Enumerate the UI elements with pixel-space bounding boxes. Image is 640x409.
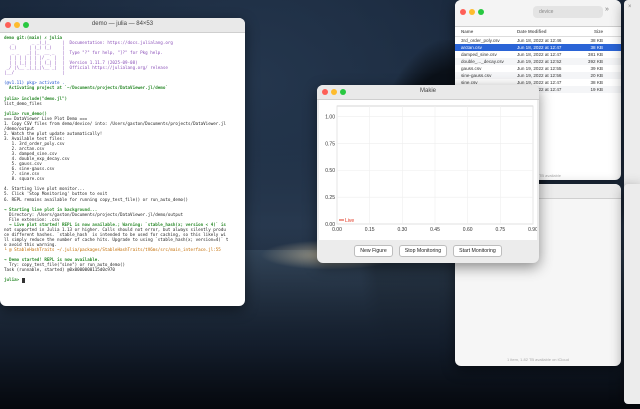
plot-controls: New Figure Stop Monitoring Start Monitor… <box>317 245 539 257</box>
file-name: double_..._decay.csv <box>461 59 504 64</box>
file-row[interactable]: damped_sine.csv Jun 18, 2022 at 12:47 381 … <box>455 51 621 58</box>
file-size: 20 KB <box>590 73 603 78</box>
file-row[interactable]: 3rd_order_poly.csv Jun 18, 2022 at 12:46 3… <box>455 37 621 44</box>
y-tick-label: 0.25 <box>325 195 335 201</box>
file-size: 381 KB <box>587 52 603 57</box>
y-tick-label: 0.50 <box>325 168 335 174</box>
y-tick-label: 1.00 <box>325 115 335 121</box>
file-date: Jun 19, 2022 at 12:55 <box>517 66 562 71</box>
output-line: └ @ StableHashTraits ~/.julia/packages/S… <box>4 246 221 252</box>
file-date: Jun 19, 2022 at 12:56 <box>517 73 562 78</box>
live-plot[interactable]: 0.00 0.15 0.30 0.45 0.60 0.75 0.90 0.00 0.25 0.50… <box>319 100 538 240</box>
file-name: gauss.csv <box>461 66 482 71</box>
terminal-window[interactable]: demo — julia — 84×53 demo git:(main) ✗ j… <box>0 18 245 306</box>
x-tick-label: 0.15 <box>365 227 375 233</box>
stop-monitoring-button[interactable]: Stop Monitoring <box>398 245 448 257</box>
final-prompt[interactable]: julia> <box>4 277 241 283</box>
file-list-header[interactable]: Name Date Modified Size <box>455 27 621 37</box>
close-icon[interactable]: × <box>628 4 632 10</box>
finder-toolbar[interactable]: device » <box>455 0 621 27</box>
background-window-status: 1 item, 1.82 TB available on iCloud <box>507 357 569 362</box>
close-window-button[interactable] <box>460 9 466 15</box>
terminal-title: demo — julia — 84×53 <box>91 21 154 27</box>
file-date: Jun 19, 2022 at 12:52 <box>517 59 562 64</box>
x-tick-label: 0.60 <box>463 227 473 233</box>
file-name: damped_sine.csv <box>461 52 497 57</box>
x-tick-label: 0.90 <box>528 227 537 233</box>
file-size: 38 KB <box>590 45 603 50</box>
search-input[interactable]: device <box>533 6 603 18</box>
plot-titlebar[interactable]: Makie <box>317 85 539 100</box>
x-tick-label: 0.75 <box>495 227 505 233</box>
column-size[interactable]: Size <box>575 29 603 34</box>
file-name: 3rd_order_poly.csv <box>461 38 500 43</box>
start-monitoring-button[interactable]: Start Monitoring <box>453 245 502 257</box>
file-size: 19 KB <box>590 87 603 92</box>
output-line: 1. Copy CSV files from demo/device/ into… <box>4 120 226 126</box>
plot-canvas[interactable]: 0.00 0.15 0.30 0.45 0.60 0.75 0.90 0.00 0.25 0.50… <box>319 100 538 240</box>
terminal-titlebar[interactable]: demo — julia — 84×53 <box>0 18 245 33</box>
file-size: 38 KB <box>590 80 603 85</box>
x-tick-label: 0.00 <box>332 227 342 233</box>
run-output: === DataViewer Live Plot Demo === 1. Copy… <box>4 116 241 272</box>
file-date: Jun 18, 2022 at 12:47 <box>517 52 562 57</box>
plot-window-title: Makie <box>419 88 436 94</box>
x-tick-label: 0.45 <box>430 227 440 233</box>
plot-window[interactable]: Makie 0.00 0.15 0.30 0.45 0.60 0.75 0.90 0.00 0.… <box>317 85 539 263</box>
file-row[interactable]: double_..._decay.csv Jun 19, 2022 at 12:5… <box>455 58 621 65</box>
file-row[interactable]: arctan.csv Jun 18, 2022 at 12:47 38 KB <box>455 44 621 51</box>
file-name: sine-gauss.csv <box>461 73 492 78</box>
file-date: Jun 18, 2022 at 12:46 <box>517 38 562 43</box>
offscreen-window-edge-2[interactable] <box>624 184 640 404</box>
file-size: 39 KB <box>590 66 603 71</box>
x-tick-label: 0.30 <box>397 227 407 233</box>
file-size: 38 KB <box>590 38 603 43</box>
y-tick-label: 0.00 <box>325 222 335 228</box>
terminal-content[interactable]: demo git:(main) ✗ julia _ _ _(_)_ | Docu… <box>0 33 245 285</box>
file-row[interactable]: gauss.csv Jun 19, 2022 at 12:55 39 KB <box>455 65 621 72</box>
file-row[interactable]: sine-gauss.csv Jun 19, 2022 at 12:56 20 KB <box>455 72 621 79</box>
file-size: 392 KB <box>587 59 603 64</box>
file-name: arctan.csv <box>461 45 482 50</box>
text-cursor <box>21 277 25 283</box>
column-name[interactable]: Name <box>461 29 517 34</box>
offscreen-window-edge[interactable]: × <box>624 0 640 215</box>
new-figure-button[interactable]: New Figure <box>354 245 393 257</box>
chevron-right-double-icon[interactable]: » <box>605 6 609 13</box>
legend-label: Live <box>345 218 354 224</box>
minimize-window-button[interactable] <box>469 9 475 15</box>
y-tick-label: 0.75 <box>325 141 335 147</box>
zoom-window-button[interactable] <box>478 9 484 15</box>
julia-banner: _ _ _(_)_ | Documentation: https://docs.… <box>4 40 241 75</box>
column-date-modified[interactable]: Date Modified <box>517 29 575 34</box>
file-date: Jun 18, 2022 at 12:47 <box>517 45 562 50</box>
